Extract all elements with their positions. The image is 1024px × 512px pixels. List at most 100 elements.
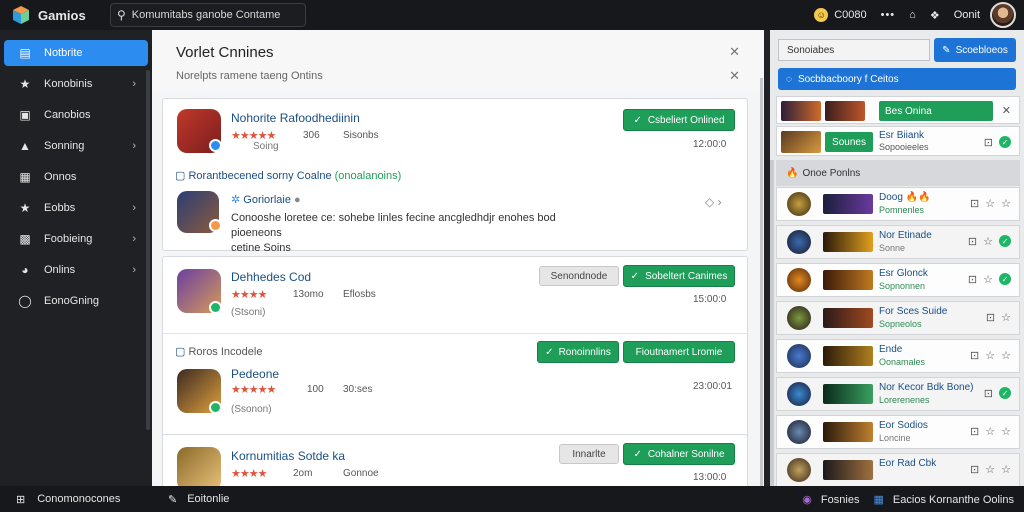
list-item[interactable]: Nor Etinade Sonne ⊡ ☆ ✓ [776, 225, 1020, 259]
sidebar-item-foobieing[interactable]: ▩ Foobieing › [4, 226, 148, 252]
list-item-sub: Lorerenenes [879, 395, 930, 405]
section-title: ▢ Rorantbecened sorny Coalne (onoalanoin… [175, 170, 402, 182]
select-online-button[interactable]: ✓ Csbeliert Onlined [623, 109, 735, 131]
more-menu-button[interactable]: ••• [881, 9, 896, 21]
right-search-input[interactable]: Sonoiabes [778, 39, 930, 61]
pencil-icon: ✎ [168, 493, 178, 506]
game-name[interactable]: Pedeone [231, 367, 279, 381]
circle-icon: ◯ [18, 294, 32, 308]
list-item[interactable]: Sounes Esr Biiank Sopooieeles ⊡ ✓ [776, 126, 1020, 156]
verified-icon [209, 401, 222, 414]
sub-game-name[interactable]: ✲ Goriorlaie ● [231, 193, 301, 206]
game-name[interactable]: Dehhedes Cod [231, 270, 311, 284]
close-icon[interactable]: ✕ [1002, 104, 1011, 117]
secondary-button[interactable]: Senondnode [539, 266, 619, 286]
lock-icon[interactable]: ⊡ [984, 136, 993, 149]
sidebar-item-canobios[interactable]: ▣ Canobios [4, 102, 148, 128]
sidebar-item-onlins[interactable]: ◕ Onlins › [4, 257, 148, 283]
lock-icon[interactable]: ⊡ [986, 311, 995, 324]
right-search-button[interactable]: ✎ Scoebloeos [934, 38, 1016, 62]
game-thumbnail [781, 131, 821, 153]
star-icon[interactable]: ☆ [985, 463, 995, 476]
secondary-button[interactable]: Innarlte [559, 444, 619, 464]
section-checkbox-icon[interactable]: ▢ [175, 346, 185, 358]
main-scrollbar[interactable] [760, 78, 763, 486]
list-item[interactable]: Doog 🔥🔥 Pomnenles ⊡ ☆ ☆ [776, 187, 1020, 221]
list-item[interactable]: Eor Sodios Loncine ⊡ ☆ ☆ [776, 415, 1020, 449]
lock-icon[interactable]: ⊡ [968, 235, 977, 248]
select-games-button[interactable]: ✓ Sobeltert Canimes [623, 265, 735, 287]
online-button[interactable]: ✓ Ronoinnlins [537, 341, 619, 363]
app-logo[interactable]: Gamios [0, 4, 108, 26]
game-name[interactable]: Kornumitias Sotde ka [231, 449, 345, 463]
sidebar-scrollbar[interactable] [146, 70, 150, 430]
sidebar-item-notbrite[interactable]: ▤ Notbrite [4, 40, 148, 66]
star-icon[interactable]: ☆ [985, 349, 995, 362]
sidebar-item-eobbs[interactable]: ★ Eobbs › [4, 195, 148, 221]
sidebar-item-eonogning[interactable]: ◯ EonoGning [4, 288, 148, 314]
list-item-button[interactable]: Sounes [825, 132, 873, 152]
star-icon[interactable]: ☆ [985, 197, 995, 210]
star-icon[interactable]: ☆ [1001, 349, 1011, 362]
footer-mid[interactable]: ✎ Eoitonlie [152, 493, 229, 506]
star-icon[interactable]: ☆ [985, 425, 995, 438]
star-icon[interactable]: ☆ [983, 235, 993, 248]
avatar[interactable] [990, 2, 1016, 28]
sidebar-item-label: Foobieing [44, 233, 93, 245]
lock-icon[interactable]: ⊡ [968, 273, 977, 286]
close-icon[interactable]: ✕ [729, 44, 740, 60]
sidebar-item-onnos[interactable]: ▦ Onnos [4, 164, 148, 190]
lock-icon[interactable]: ⊡ [970, 463, 979, 476]
star-icon[interactable]: ☆ [1001, 311, 1011, 324]
game-meta: Sisonbs [343, 130, 379, 141]
game-sub: (Stsoni) [231, 307, 266, 318]
list-item[interactable]: Eor Rad Cbk ⊡ ☆ ☆ [776, 453, 1020, 486]
list-item[interactable]: Ende Oonamales ⊡ ☆ ☆ [776, 339, 1020, 373]
carousel-arrows[interactable]: ◇ › [705, 195, 722, 209]
select-online-button[interactable]: ✓ Cohalner Sonilne [623, 443, 735, 465]
list-item[interactable]: Bes Onina ✕ [776, 96, 1020, 124]
footer-left[interactable]: ⊞ Conomonocones [0, 493, 152, 506]
sidebar-item-sonning[interactable]: ▲ Sonning › [4, 133, 148, 159]
list-item-sub: Sopnonnen [879, 281, 926, 291]
star-icon[interactable]: ☆ [1001, 197, 1011, 210]
lock-icon[interactable]: ⊡ [970, 197, 979, 210]
sidebar-item-konobinis[interactable]: ★ Konobinis › [4, 71, 148, 97]
user-name[interactable]: Oonit [954, 9, 980, 21]
chevron-right-icon: › [132, 264, 136, 276]
globe-icon: ◉ [802, 493, 812, 506]
tournament-button[interactable]: Fioutnamert Lromie [623, 341, 735, 363]
list-item[interactable]: Esr Glonck Sopnonnen ⊡ ☆ ✓ [776, 263, 1020, 297]
check-icon[interactable]: ✓ [999, 136, 1011, 148]
lock-icon[interactable]: ⊡ [970, 425, 979, 438]
star-icon: ★ [19, 201, 31, 215]
home-icon[interactable]: ⌂ [909, 9, 916, 21]
list-item-name: Doog 🔥🔥 [879, 192, 931, 203]
game-icon[interactable] [177, 447, 221, 486]
coins-counter[interactable]: ☺ C0080 [814, 8, 867, 22]
check-icon[interactable]: ✓ [999, 387, 1011, 399]
check-icon[interactable]: ✓ [999, 235, 1011, 247]
search-input[interactable]: ⚲ Komumitabs ganobe Contame [110, 3, 306, 27]
lock-icon[interactable]: ⊡ [984, 387, 993, 400]
section-checkbox-icon[interactable]: ▢ [175, 170, 185, 182]
check-icon[interactable]: ✓ [999, 273, 1011, 285]
compass-icon[interactable]: ❖ [930, 9, 940, 22]
filter-bar[interactable]: 🔥 Onoe Ponlns [776, 160, 1020, 186]
list-item[interactable]: For Sces Suide Sopneolos ⊡ ☆ [776, 301, 1020, 335]
footer-item[interactable]: ◉ Fosnies [802, 493, 859, 506]
star-icon[interactable]: ☆ [983, 273, 993, 286]
star-icon[interactable]: ☆ [1001, 425, 1011, 438]
sidebar-item-label: Notbrite [44, 47, 83, 59]
verified-icon [209, 301, 222, 314]
logo-icon [13, 6, 29, 24]
lock-icon[interactable]: ⊡ [970, 349, 979, 362]
sidebar-item-label: Eobbs [44, 202, 76, 214]
right-scrollbar[interactable] [770, 160, 774, 486]
list-item[interactable]: Nor Kecor Bdk Bone) Lorerenenes ⊡ ✓ [776, 377, 1020, 411]
star-icon[interactable]: ☆ [1001, 463, 1011, 476]
game-name[interactable]: Nohorite Rafoodhediinin [231, 111, 360, 125]
footer-item[interactable]: ▦ Eacios Kornanthe Oolins [873, 493, 1014, 506]
close-icon[interactable]: ✕ [729, 68, 740, 84]
right-info-bar[interactable]: ◌ Socbbacboory f Ceitos [778, 68, 1016, 90]
